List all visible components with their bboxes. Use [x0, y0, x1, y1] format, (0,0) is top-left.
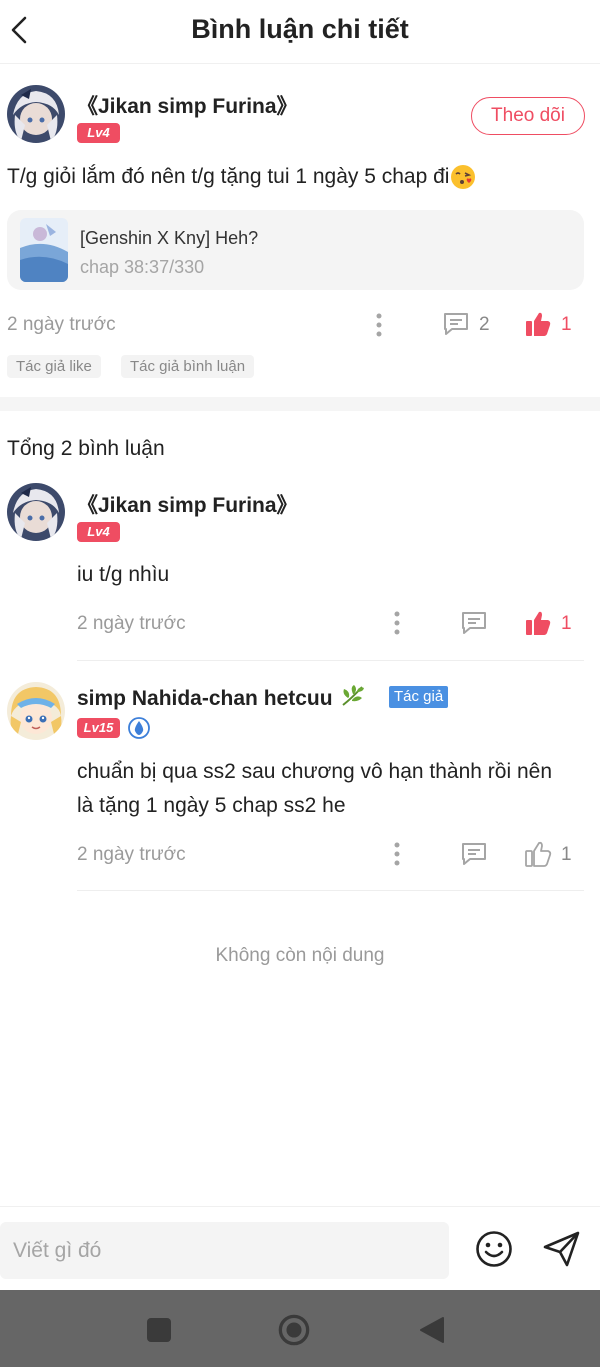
kissing-face-emoji-icon	[450, 164, 476, 190]
recent-apps-button[interactable]	[143, 1314, 175, 1346]
water-drop-badge-icon	[128, 717, 150, 739]
system-nav-bar	[0, 1290, 600, 1367]
comment-icon	[462, 843, 486, 865]
emoji-button[interactable]	[474, 1229, 514, 1269]
more-button[interactable]	[386, 608, 408, 638]
system-back-button[interactable]	[416, 1314, 448, 1346]
comment-input[interactable]	[0, 1222, 449, 1279]
post-text: T/g giỏi lắm đó nên t/g tặng tui 1 ngày …	[7, 164, 476, 190]
square-icon	[147, 1318, 171, 1342]
smiley-icon	[476, 1231, 512, 1267]
reply-count: 2	[479, 314, 490, 335]
avatar[interactable]	[7, 682, 65, 740]
comment-text-line-1: chuẩn bị qua ss2 sau chương vô hạn thành…	[77, 760, 552, 783]
triangle-back-icon	[420, 1317, 444, 1343]
reply-button[interactable]	[458, 607, 490, 639]
more-button[interactable]	[386, 839, 408, 869]
more-vertical-icon	[394, 611, 400, 635]
story-cover-image	[20, 218, 68, 282]
story-title: [Genshin X Kny] Heh?	[80, 228, 259, 248]
like-count: 1	[561, 613, 572, 634]
level-badge: Lv15	[77, 718, 120, 738]
page-title: Bình luận chi tiết	[191, 14, 409, 44]
comment-username-text: simp Nahida-chan hetcuu	[77, 687, 333, 710]
thumbs-up-filled-icon	[526, 312, 551, 336]
circle-home-icon	[278, 1314, 310, 1346]
tag-author-comment: Tác giả bình luận	[121, 355, 255, 378]
follow-button[interactable]: Theo dõi	[471, 97, 585, 135]
comment-text: iu t/g nhìu	[77, 563, 170, 586]
like-count: 1	[561, 314, 572, 335]
comment-username[interactable]: simp Nahida-chan hetcuu	[77, 684, 366, 714]
story-card[interactable]: [Genshin X Kny] Heh? chap 38:37/330	[7, 210, 584, 290]
more-vertical-icon	[394, 842, 400, 866]
comment-username[interactable]: 《Jikan simp Furina》	[77, 489, 298, 519]
comment-icon	[462, 612, 486, 634]
like-button[interactable]	[522, 607, 554, 639]
tag-author-like: Tác giả like	[7, 355, 101, 378]
more-vertical-icon	[376, 313, 382, 337]
comment-input-bar	[0, 1206, 600, 1290]
thumbs-up-outline-icon	[525, 841, 552, 867]
send-button[interactable]	[541, 1229, 583, 1269]
post-text-content: T/g giỏi lắm đó nên t/g tặng tui 1 ngày …	[7, 165, 450, 188]
like-count: 1	[561, 844, 572, 865]
more-button[interactable]	[368, 310, 390, 340]
comment-icon	[444, 313, 468, 335]
comment-text: chuẩn bị qua ss2 sau chương vô hạn thành…	[77, 755, 552, 823]
post-time: 2 ngày trước	[7, 314, 116, 335]
end-of-content-label: Không còn nội dung	[215, 945, 385, 966]
header-bar: Bình luận chi tiết	[0, 0, 600, 64]
section-divider	[0, 397, 600, 411]
comment-text-line-2: là tặng 1 ngày 5 chap ss2 he	[77, 794, 346, 817]
home-button[interactable]	[278, 1314, 310, 1346]
comment-divider	[77, 890, 584, 891]
avatar[interactable]	[7, 483, 65, 541]
author-badge: Tác giả	[389, 686, 449, 708]
thumbs-up-filled-icon	[526, 611, 551, 635]
reply-button[interactable]	[440, 308, 472, 340]
leaf-icon	[340, 684, 366, 714]
story-chapter: chap 38:37/330	[80, 257, 205, 277]
reply-button[interactable]	[458, 838, 490, 870]
comment-divider	[77, 660, 584, 661]
comment-time: 2 ngày trước	[77, 613, 186, 634]
avatar[interactable]	[7, 85, 65, 143]
send-icon	[543, 1231, 580, 1267]
like-button[interactable]	[522, 838, 554, 870]
level-badge: Lv4	[77, 522, 120, 542]
comment-time: 2 ngày trước	[77, 844, 186, 865]
level-badge: Lv4	[77, 123, 120, 143]
like-button[interactable]	[522, 308, 554, 340]
post-username[interactable]: 《Jikan simp Furina》	[77, 90, 298, 120]
total-comments-label: Tổng 2 bình luận	[7, 437, 165, 460]
